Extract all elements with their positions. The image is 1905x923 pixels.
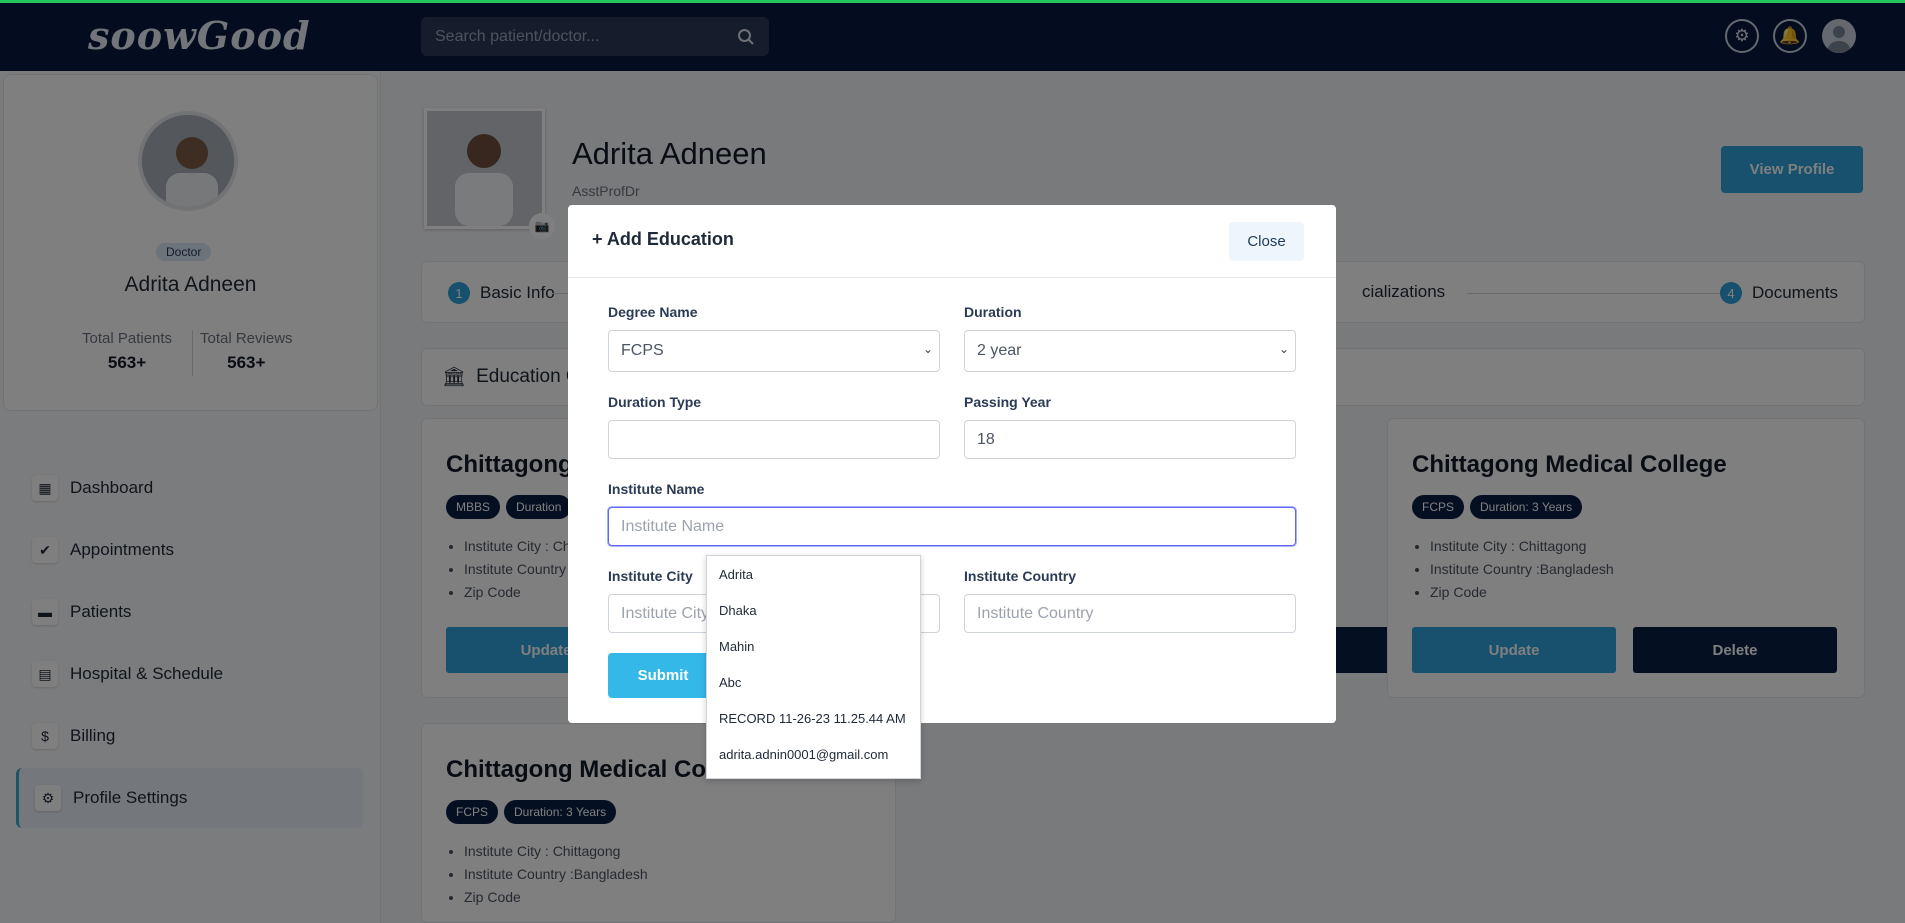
autocomplete-option[interactable]: adrita.adnin0001@gmail.com [707,736,920,772]
institute-country-input[interactable]: Institute Country [964,594,1296,633]
institute-country-label: Institute Country [964,568,1076,584]
institute-city-label: Institute City [608,568,693,584]
duration-type-label: Duration Type [608,394,702,410]
top-accent-line [0,0,1905,3]
institute-name-label: Institute Name [608,481,705,497]
autocomplete-option[interactable]: Adrita [707,556,920,592]
plus-icon: + [592,229,607,249]
submit-button[interactable]: Submit [608,653,718,698]
autocomplete-option[interactable]: RECORD 11-26-23 11.25.44 AM [707,700,920,736]
passing-year-label: Passing Year [964,394,1051,410]
chevron-down-icon: ⌄ [1278,342,1289,356]
close-button[interactable]: Close [1229,222,1304,261]
passing-year-input[interactable]: 18 [964,420,1296,459]
autocomplete-option[interactable]: Dhaka [707,592,920,628]
degree-select[interactable]: FCPS ⌄ [608,330,940,372]
modal-title: + Add Education [592,229,734,249]
degree-label: Degree Name [608,304,698,320]
autocomplete-option[interactable]: Abc [707,664,920,700]
autocomplete-option[interactable]: Mahin [707,628,920,664]
duration-select[interactable]: 2 year ⌄ [964,330,1296,372]
duration-type-input[interactable] [608,420,940,459]
duration-label: Duration [964,304,1022,320]
autocomplete-dropdown: Adrita Dhaka Mahin Abc RECORD 11-26-23 1… [706,555,921,779]
add-education-modal: + Add Education Close Degree Name FCPS ⌄ … [568,205,1336,723]
chevron-down-icon: ⌄ [922,342,933,356]
modal-header: + Add Education Close [568,205,1336,278]
institute-name-input[interactable]: Institute Name [608,507,1296,546]
